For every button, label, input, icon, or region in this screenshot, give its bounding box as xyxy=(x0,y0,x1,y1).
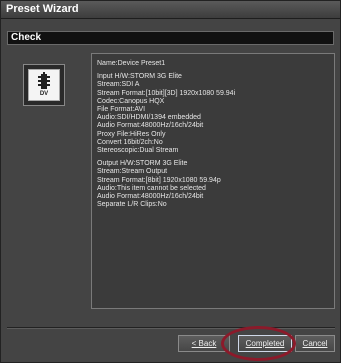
dv-device-icon: DV xyxy=(28,69,60,101)
detail-line: Stream:SDI A xyxy=(97,81,140,89)
preset-wizard-window: Preset Wizard Check DV Name:Device Prese… xyxy=(0,0,341,363)
window-title: Preset Wizard xyxy=(6,3,79,15)
detail-line: Stereoscopic:Dual Stream xyxy=(97,147,179,154)
cancel-button[interactable]: Cancel xyxy=(295,335,335,352)
title-bar: Preset Wizard xyxy=(1,1,340,19)
detail-line: Output H/W:STORM 3G Elite xyxy=(97,160,188,168)
completed-button[interactable]: Completed xyxy=(238,335,292,352)
detail-line: Codec:Canopus HQX xyxy=(97,97,165,105)
detail-line: Input H/W:STORM 3G Elite xyxy=(97,73,182,81)
detail-line: Audio:SDI/HDMI/1394 embedded xyxy=(97,114,201,122)
detail-line: Stream Format:[10bit][3D] 1920x1080 59.9… xyxy=(97,89,236,97)
detail-line: Name:Device Preset1 xyxy=(97,60,166,67)
device-icon-frame: DV xyxy=(23,64,65,106)
preset-details-panel[interactable]: Name:Device Preset1 Input H/W:STORM 3G El… xyxy=(91,53,335,309)
detail-line: Stream Format:[8bit] 1920x1080 59.94p xyxy=(97,176,221,184)
detail-line: Separate L/R Clips:No xyxy=(97,201,167,209)
section-header: Check xyxy=(7,31,334,45)
detail-line: Audio Format:48000Hz/16ch/24bit xyxy=(97,193,204,200)
dv-label: DV xyxy=(39,91,49,97)
detail-line: File Format:AVI xyxy=(97,106,146,113)
detail-line: Convert 16bit/2ch:No xyxy=(97,138,163,146)
detail-line: Proxy File:HiRes Only xyxy=(97,130,166,138)
detail-line: Audio Format:48000Hz/16ch/24bit xyxy=(97,122,204,130)
detail-line: Stream:Stream Output xyxy=(97,168,168,176)
divider xyxy=(7,327,335,329)
section-title: Check xyxy=(11,32,42,43)
detail-line: Audio:This item cannot be selected xyxy=(97,184,206,192)
back-button[interactable]: < Back xyxy=(178,335,230,352)
